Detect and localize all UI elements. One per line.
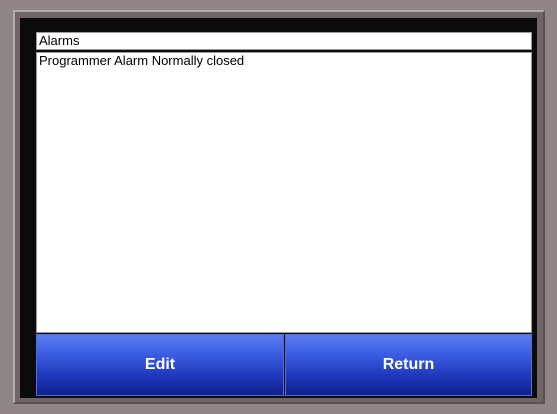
- return-button-label: Return: [382, 356, 435, 373]
- alarm-item-label: Programmer Alarm Normally closed: [39, 53, 245, 68]
- list-item[interactable]: Programmer Alarm Normally closed: [37, 53, 531, 69]
- alarm-list[interactable]: Programmer Alarm Normally closed: [36, 52, 532, 333]
- edit-button-label: Edit: [144, 356, 176, 373]
- page-title-text: Alarms: [39, 33, 80, 48]
- edit-button[interactable]: Edit: [36, 334, 284, 396]
- display-screen: Alarms Programmer Alarm Normally closed …: [20, 18, 537, 398]
- page-title: Alarms: [36, 32, 532, 50]
- return-button[interactable]: Return: [285, 334, 532, 396]
